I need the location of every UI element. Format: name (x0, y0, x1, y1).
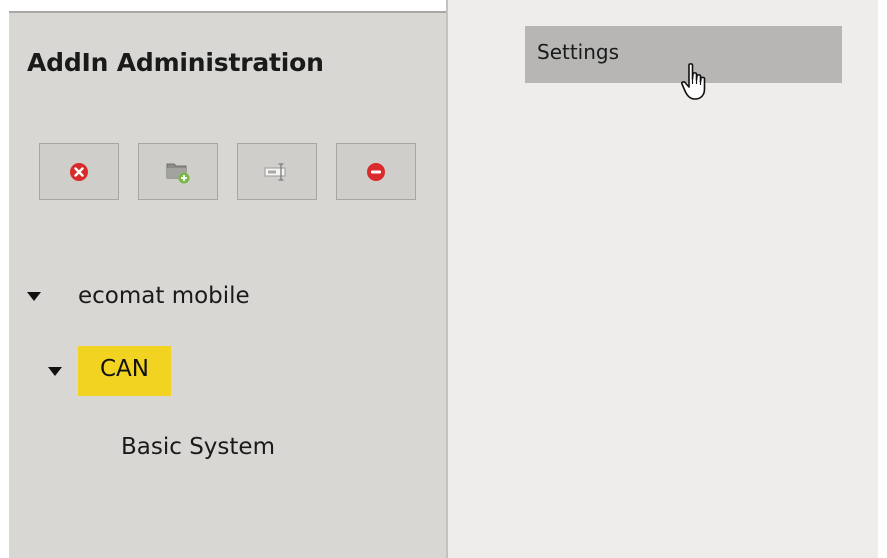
add-folder-button[interactable] (138, 143, 218, 200)
rename-button[interactable] (237, 143, 317, 200)
settings-label: Settings (537, 40, 620, 64)
panel-title: AddIn Administration (27, 48, 324, 77)
tree-node-ecomat-mobile[interactable]: ecomat mobile (27, 283, 250, 309)
expand-caret-icon[interactable] (48, 366, 62, 376)
tree-node-can[interactable]: CAN (48, 346, 171, 396)
tree-node-label: ecomat mobile (78, 283, 250, 309)
delete-button[interactable] (39, 143, 119, 200)
add-folder-icon (166, 163, 190, 183)
remove-icon (367, 162, 385, 181)
tree-node-label: Basic System (121, 434, 275, 460)
rename-icon (264, 162, 286, 181)
delete-icon (70, 162, 88, 181)
remove-button[interactable] (336, 143, 416, 200)
tree-node-label-selected[interactable]: CAN (78, 346, 171, 396)
tree-node-basic-system[interactable]: Basic System (121, 434, 275, 460)
content-panel (448, 0, 878, 558)
hand-pointer-icon (681, 63, 706, 100)
expand-caret-icon[interactable] (27, 291, 41, 301)
